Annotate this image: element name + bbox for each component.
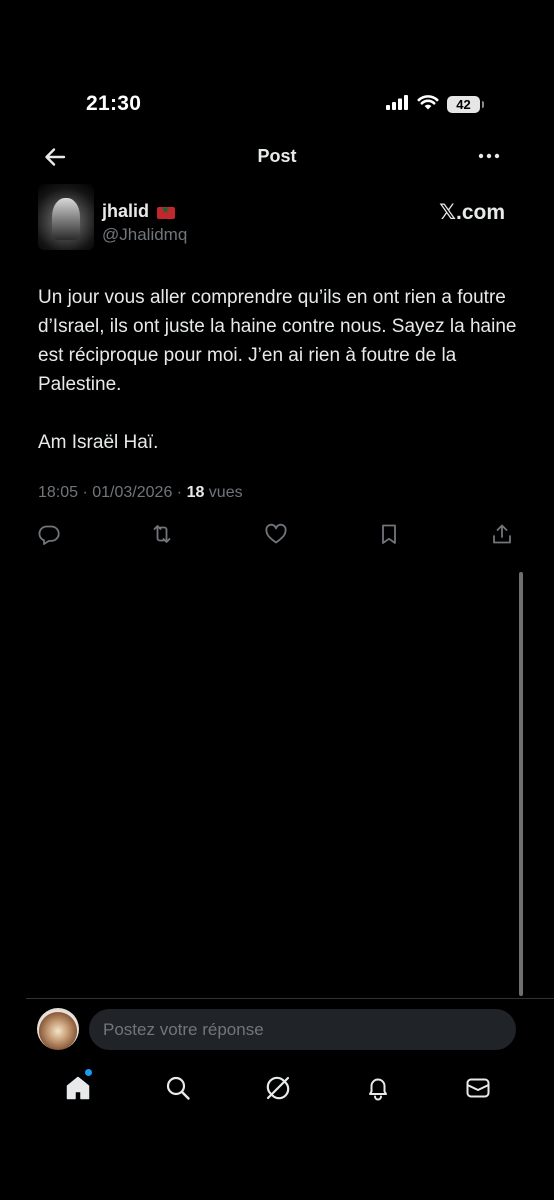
reply-input[interactable]: [89, 1009, 516, 1050]
avatar-figure: [52, 198, 80, 240]
battery-indicator: 42: [447, 96, 484, 113]
page-title: Post: [257, 146, 297, 166]
home-icon[interactable]: [64, 1074, 92, 1102]
more-options-icon[interactable]: [476, 148, 502, 164]
post-meta: 18:05 · 01/03/2026 · 18 vues: [38, 484, 243, 502]
author-name[interactable]: jhalid: [102, 201, 149, 222]
divider: [26, 998, 554, 999]
repost-icon[interactable]: [150, 522, 174, 546]
messages-icon[interactable]: [464, 1074, 492, 1102]
views-count: 18: [186, 484, 205, 501]
grok-icon[interactable]: [264, 1074, 292, 1102]
post-timestamp: 18:05 · 01/03/2026 ·: [38, 484, 187, 501]
author-avatar[interactable]: [38, 184, 94, 250]
views-label: vues: [204, 484, 243, 501]
user-avatar[interactable]: [37, 1008, 79, 1050]
status-time: 21:30: [86, 92, 142, 115]
like-icon[interactable]: [264, 522, 288, 546]
post-screen: 21:30 42 Post jhalid ★ @Jhalidmq 𝕏.com U…: [0, 0, 554, 1200]
home-notification-dot: [85, 1069, 92, 1076]
cellular-signal-icon: [385, 94, 409, 115]
reply-icon[interactable]: [37, 522, 61, 546]
bookmark-icon[interactable]: [377, 522, 401, 546]
author-handle[interactable]: @Jhalidmq: [102, 225, 187, 245]
status-icons: 42: [385, 94, 484, 115]
source-label: 𝕏.com: [439, 201, 505, 224]
post-text: Un jour vous aller comprendre qu’ils en …: [38, 287, 517, 453]
notifications-icon[interactable]: [364, 1074, 392, 1102]
morocco-flag-icon: [157, 205, 175, 219]
wifi-icon: [417, 94, 439, 115]
search-icon[interactable]: [164, 1074, 192, 1102]
share-icon[interactable]: [490, 522, 514, 546]
scrollbar[interactable]: [519, 572, 523, 996]
